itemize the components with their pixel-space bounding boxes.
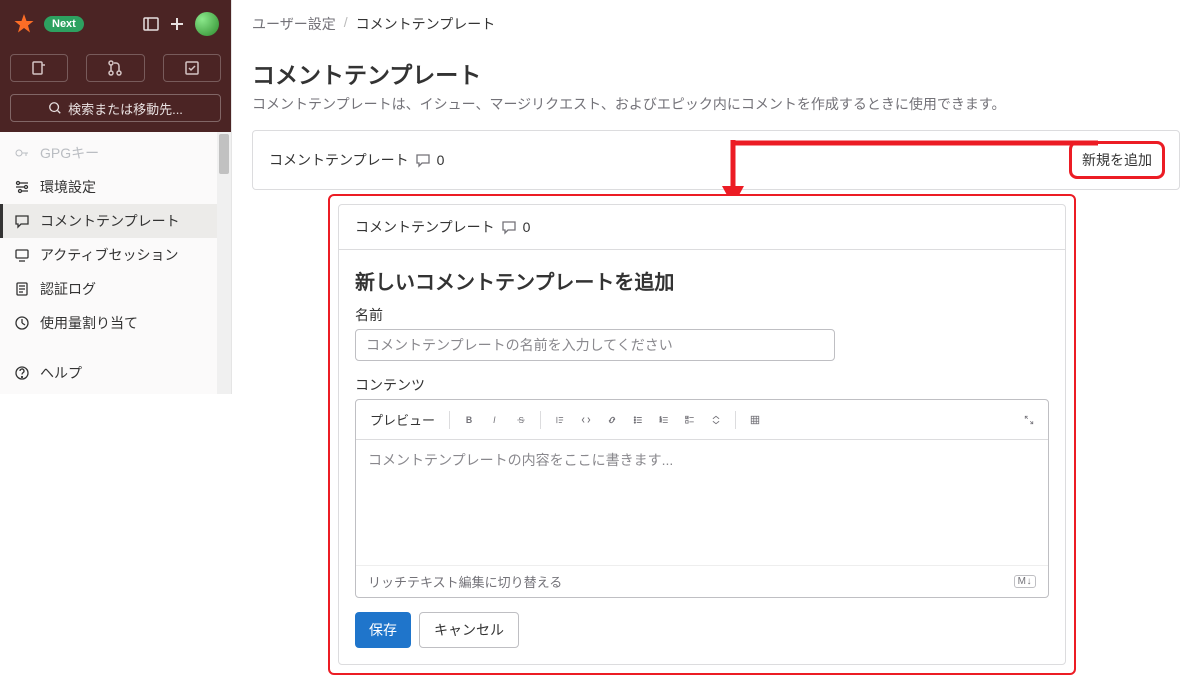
comment-icon: [501, 219, 517, 235]
content-editor: プレビュー B I S 12: [355, 399, 1049, 598]
page-title: コメントテンプレート: [232, 48, 1200, 94]
italic-icon[interactable]: I: [484, 409, 506, 431]
tab-merge-requests[interactable]: [86, 54, 144, 82]
number-list-icon[interactable]: 12: [653, 409, 675, 431]
gitlab-logo-icon: [12, 12, 36, 36]
content-textarea[interactable]: [356, 440, 1048, 560]
quote-icon[interactable]: [549, 409, 571, 431]
strike-icon[interactable]: S: [510, 409, 532, 431]
svg-text:I: I: [493, 415, 496, 425]
collapse-icon[interactable]: [705, 409, 727, 431]
name-input[interactable]: [355, 329, 835, 361]
link-icon[interactable]: [601, 409, 623, 431]
breadcrumb: ユーザー設定 / コメントテンプレート: [232, 0, 1200, 48]
sidebar-scrollbar[interactable]: [217, 132, 231, 394]
svg-text:2: 2: [660, 418, 662, 422]
sidebar-item-comment-templates[interactable]: コメントテンプレート: [0, 204, 231, 238]
templates-list-panel: コメントテンプレート 0 新規を追加: [252, 130, 1180, 190]
bullet-list-icon[interactable]: [627, 409, 649, 431]
bold-icon[interactable]: B: [458, 409, 480, 431]
save-button[interactable]: 保存: [355, 612, 411, 648]
sidebar-item-active-sessions[interactable]: アクティブセッション: [0, 238, 231, 272]
sidebar: Next 検索または移動先...: [0, 0, 232, 394]
comment-icon: [415, 152, 431, 168]
breadcrumb-root[interactable]: ユーザー設定: [252, 14, 336, 34]
sidebar-item-gpg[interactable]: GPGキー: [0, 136, 231, 170]
markdown-badge: M↓: [1014, 575, 1036, 588]
fullscreen-icon[interactable]: [1018, 409, 1040, 431]
add-new-button[interactable]: 新規を追加: [1071, 143, 1163, 177]
sidebar-item-preferences[interactable]: 環境設定: [0, 170, 231, 204]
content-label: コンテンツ: [355, 375, 1049, 395]
tab-todos[interactable]: [163, 54, 221, 82]
cancel-button[interactable]: キャンセル: [419, 612, 519, 648]
preview-tab[interactable]: プレビュー: [364, 406, 441, 433]
table-icon[interactable]: [744, 409, 766, 431]
next-badge: Next: [44, 16, 84, 32]
search-icon: [48, 101, 62, 115]
sidebar-item-auth-log[interactable]: 認証ログ: [0, 272, 231, 306]
user-avatar[interactable]: [195, 12, 219, 36]
form-title: 新しいコメントテンプレートを追加: [355, 266, 1049, 295]
task-list-icon[interactable]: [679, 409, 701, 431]
sidebar-item-usage-quota[interactable]: 使用量割り当て: [0, 306, 231, 340]
editor-toolbar: プレビュー B I S 12: [356, 400, 1048, 440]
name-label: 名前: [355, 305, 1049, 325]
svg-text:S: S: [519, 416, 525, 425]
search-button[interactable]: 検索または移動先...: [10, 94, 221, 122]
switch-editor-link[interactable]: リッチテキスト編集に切り替える: [368, 572, 562, 591]
add-panel-header: コメントテンプレート 0: [339, 205, 1065, 250]
plus-icon[interactable]: [169, 16, 185, 32]
sidebar-toggle-icon[interactable]: [143, 16, 159, 32]
sidebar-item-help[interactable]: ヘルプ: [0, 356, 231, 390]
breadcrumb-current: コメントテンプレート: [356, 14, 496, 34]
page-description: コメントテンプレートは、イシュー、マージリクエスト、およびエピック内にコメントを…: [232, 94, 1200, 130]
add-template-panel-highlight: コメントテンプレート 0 新しいコメントテンプレートを追加 名前 コンテンツ プ…: [328, 194, 1076, 675]
panel-title: コメントテンプレート 0: [269, 150, 444, 170]
tabs-row: [0, 48, 231, 88]
topbar: Next: [0, 0, 231, 48]
svg-text:B: B: [466, 415, 472, 425]
search-label: 検索または移動先...: [68, 99, 183, 118]
tab-issues[interactable]: [10, 54, 68, 82]
code-icon[interactable]: [575, 409, 597, 431]
